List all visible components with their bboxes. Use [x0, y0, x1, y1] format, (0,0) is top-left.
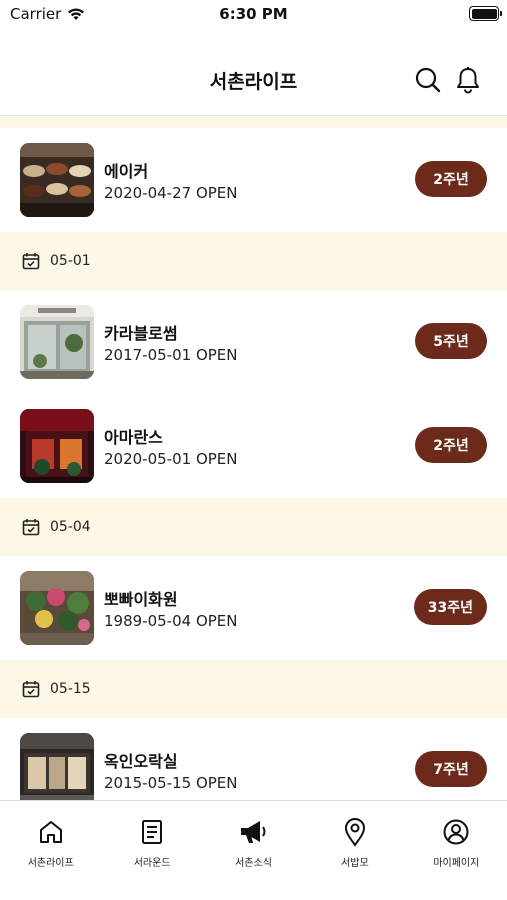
shop-thumbnail: [20, 305, 94, 379]
anniversary-badge: 2주년: [415, 427, 487, 463]
search-icon: [415, 67, 441, 93]
bell-icon: [457, 67, 479, 94]
battery-icon: [469, 6, 502, 21]
tab-my-page[interactable]: 마이페이지: [406, 801, 507, 900]
shop-thumbnail: [20, 571, 94, 645]
open-date: 2020-05-01 OPEN: [104, 450, 238, 468]
bottom-tab-bar: 서촌라이프 서라운드 서촌소식 서밥모 마이페이지: [0, 800, 507, 900]
open-date: 2017-05-01 OPEN: [104, 346, 238, 364]
date-label: 05-04: [50, 519, 91, 535]
item-text: 뽀빠이화원 1989-05-04 OPEN: [104, 586, 238, 630]
item-text: 아마란스 2020-05-01 OPEN: [104, 424, 238, 468]
search-button[interactable]: [412, 64, 444, 96]
tab-surround[interactable]: 서라운드: [101, 801, 202, 900]
notification-button[interactable]: [452, 64, 484, 96]
document-icon: [142, 820, 163, 844]
tab-seochon-news[interactable]: 서촌소식: [203, 801, 304, 900]
tab-label: 서촌라이프: [27, 858, 74, 869]
tab-label: 마이페이지: [433, 858, 480, 869]
tab-seobapmo[interactable]: 서밥모: [304, 801, 405, 900]
list-item[interactable]: 카라블로썸 2017-05-01 OPEN 5주년: [0, 290, 507, 394]
anniversary-badge: 33주년: [413, 589, 487, 625]
item-text: 에이커 2020-04-27 OPEN: [104, 158, 238, 202]
date-label: 05-01: [50, 253, 91, 269]
calendar-check-icon: [22, 253, 40, 270]
shop-name: 뽀빠이화원: [104, 590, 178, 609]
app-header: 서촌라이프: [0, 50, 507, 110]
status-bar: Carrier 6:30 PM: [0, 0, 507, 30]
shop-name: 에이커: [104, 162, 149, 181]
calendar-check-icon: [22, 681, 40, 698]
shop-thumbnail: [20, 733, 94, 800]
tab-label: 서촌소식: [235, 858, 272, 869]
open-date: 2015-05-15 OPEN: [104, 774, 238, 792]
user-circle-icon: [443, 819, 469, 845]
date-header: 05-04: [0, 498, 507, 556]
shop-name: 아마란스: [104, 428, 163, 447]
calendar-check-icon: [22, 519, 40, 536]
shop-thumbnail: [20, 143, 94, 217]
item-text: 카라블로썸 2017-05-01 OPEN: [104, 320, 238, 364]
list-item[interactable]: 뽀빠이화원 1989-05-04 OPEN 33주년: [0, 556, 507, 660]
map-pin-icon: [344, 818, 365, 847]
list-item[interactable]: 옥인오락실 2015-05-15 OPEN 7주년: [0, 718, 507, 800]
megaphone-icon: [240, 821, 266, 843]
shop-name: 카라블로썸: [104, 324, 178, 343]
open-date: 1989-05-04 OPEN: [104, 612, 238, 630]
status-time: 6:30 PM: [219, 5, 288, 23]
anniversary-badge: 7주년: [415, 751, 487, 787]
shop-name: 옥인오락실: [104, 752, 178, 771]
item-text: 옥인오락실 2015-05-15 OPEN: [104, 748, 238, 792]
date-header: 05-01: [0, 232, 507, 290]
shop-thumbnail: [20, 409, 94, 483]
anniversary-badge: 5주년: [415, 323, 487, 359]
home-icon: [39, 821, 62, 843]
date-label: 05-15: [50, 681, 91, 697]
list-item[interactable]: 아마란스 2020-05-01 OPEN 2주년: [0, 394, 507, 498]
date-band-partial: [0, 116, 507, 128]
tab-label: 서라운드: [133, 858, 171, 869]
anniversary-badge: 2주년: [415, 161, 487, 197]
tab-seochon-life[interactable]: 서촌라이프: [0, 801, 101, 900]
date-header: 05-15: [0, 660, 507, 718]
tab-label: 서밥모: [341, 858, 369, 869]
open-date: 2020-04-27 OPEN: [104, 184, 238, 202]
anniversary-list: 에이커 2020-04-27 OPEN 2주년 05-01 카라블로썸 2017…: [0, 116, 507, 800]
list-item[interactable]: 에이커 2020-04-27 OPEN 2주년: [0, 128, 507, 232]
